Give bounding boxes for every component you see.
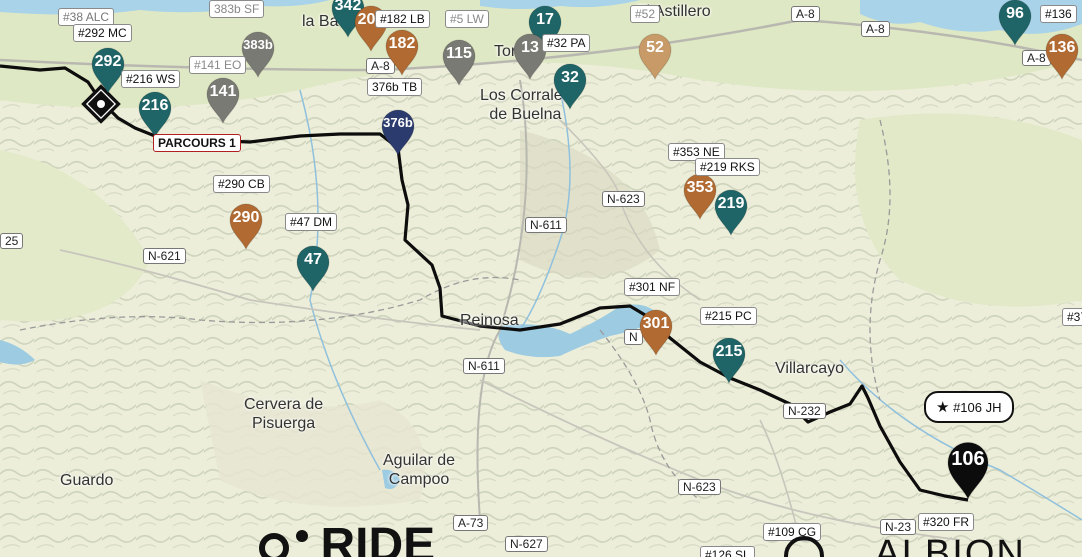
- road-shield-a8: A-8: [861, 21, 890, 37]
- marker-tag[interactable]: #379: [1062, 308, 1082, 326]
- marker-tag[interactable]: #5 LW: [445, 10, 489, 28]
- marker-tag[interactable]: 376b TB: [367, 78, 423, 96]
- marker-tag[interactable]: #290 CB: [213, 175, 270, 193]
- map-marker-pin[interactable]: 290: [228, 202, 264, 250]
- pin-number: 216: [141, 97, 169, 114]
- cyclist-icon: [259, 530, 308, 557]
- marker-tag[interactable]: #52: [630, 5, 661, 23]
- pin-number: 141: [209, 83, 237, 100]
- marker-tag[interactable]: #219 RKS: [695, 158, 760, 176]
- marker-tag[interactable]: #216 WS: [121, 70, 181, 88]
- pin-number: 52: [646, 39, 664, 56]
- map-marker-pin[interactable]: 115: [441, 38, 477, 86]
- pin-number: 47: [304, 251, 322, 268]
- map-marker-pin[interactable]: 32: [552, 62, 588, 110]
- marker-tag[interactable]: #32 PA: [542, 34, 591, 52]
- pin-number: 115: [446, 45, 472, 62]
- road-shield-n623: N-623: [678, 479, 721, 495]
- map-marker-pin[interactable]: 182: [384, 28, 420, 76]
- pin-number: 376b: [383, 115, 413, 130]
- marker-tag[interactable]: #141 EO: [189, 56, 247, 74]
- map-marker-pin[interactable]: 301: [638, 308, 674, 356]
- town-label-reinosa: Reinosa: [460, 312, 519, 329]
- map-marker-pin[interactable]: 96: [997, 0, 1033, 46]
- map-marker-pin[interactable]: 52: [637, 32, 673, 80]
- pin-number: 106: [951, 448, 985, 470]
- town-label-cervera: Cervera de Pisuerga: [244, 396, 324, 432]
- albion-logo: ALBION: [784, 535, 1026, 557]
- marker-tag[interactable]: #320 FR: [918, 513, 975, 531]
- pin-number: 383b: [243, 37, 273, 52]
- pin-number: 32: [561, 69, 579, 86]
- pin-number: 136: [1048, 39, 1076, 56]
- road-shield-25: 25: [0, 233, 24, 249]
- map-marker-pin[interactable]: 376b: [380, 108, 416, 156]
- road-shield-n627: N-627: [505, 536, 548, 552]
- selected-marker-tag[interactable]: ★ #106 JH: [924, 391, 1014, 423]
- map-view[interactable]: Torre Los Corrales de Buelna El Astiller…: [0, 0, 1082, 557]
- selected-marker-label: #106 JH: [953, 400, 1002, 415]
- marker-tag[interactable]: #292 MC: [73, 24, 132, 42]
- marker-tag[interactable]: #47 DM: [285, 213, 338, 231]
- marker-tag[interactable]: #126 SL: [700, 546, 755, 557]
- star-icon: ★: [936, 399, 950, 416]
- pin-number: 17: [536, 11, 554, 28]
- marker-tag[interactable]: #301 NF: [624, 278, 681, 296]
- marker-tag[interactable]: #182 LB: [375, 10, 430, 28]
- pin-number: 290: [232, 209, 260, 226]
- map-marker-pin[interactable]: 292: [90, 46, 126, 94]
- town-label-guardo: Guardo: [60, 472, 114, 489]
- marker-tag[interactable]: #215 PC: [700, 307, 757, 325]
- road-shield-a8: A-8: [791, 6, 820, 22]
- marker-tag[interactable]: #136: [1040, 5, 1077, 23]
- map-marker-pin[interactable]: 136: [1044, 32, 1080, 80]
- ride-logo: RIDE: [246, 522, 435, 557]
- map-marker-pin[interactable]: 215: [711, 336, 747, 384]
- road-shield-n232: N-232: [783, 403, 826, 419]
- road-shield-n611: N-611: [525, 217, 567, 233]
- marker-tag[interactable]: 383b SF: [209, 0, 265, 18]
- town-label-villarcayo: Villarcayo: [775, 360, 845, 377]
- albion-emblem-icon: [784, 536, 824, 557]
- road-shield-n621: N-621: [143, 248, 186, 264]
- pin-number: 96: [1006, 5, 1024, 22]
- road-shield-n611: N-611: [463, 358, 505, 374]
- pin-number: 292: [94, 53, 122, 70]
- pin-number: 219: [717, 195, 745, 212]
- pin-number: 182: [388, 35, 416, 52]
- map-marker-pin[interactable]: 216: [137, 90, 173, 138]
- town-label-aguilar: Aguilar de Campoo: [383, 452, 456, 488]
- map-marker-pin[interactable]: 219: [713, 188, 749, 236]
- route-label-parcours[interactable]: PARCOURS 1: [153, 134, 241, 152]
- map-marker-pin[interactable]: 106: [946, 440, 991, 500]
- road-shield-n623: N-623: [602, 191, 645, 207]
- map-marker-pin[interactable]: 47: [295, 244, 331, 292]
- map-marker-pin[interactable]: 141: [205, 76, 241, 124]
- road-shield-a73: A-73: [453, 515, 489, 531]
- pin-number: 215: [715, 343, 743, 360]
- pin-number: 301: [642, 315, 670, 332]
